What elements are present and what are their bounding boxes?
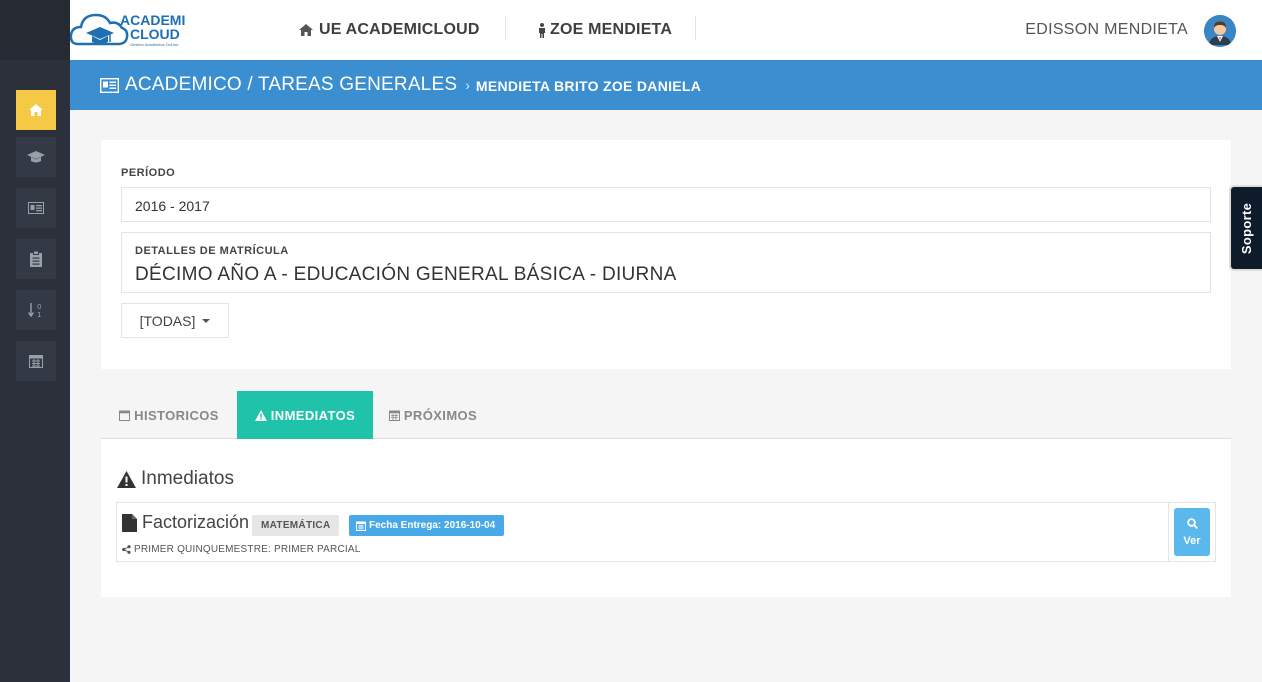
tab-inmediatos[interactable]: INMEDIATOS [237,391,373,439]
tab-historicos[interactable]: HISTORICOS [101,391,237,439]
task-divider [1168,503,1169,561]
enrollment-field[interactable]: DETALLES DE MATRÍCULA DÉCIMO AÑO A - EDU… [121,232,1211,293]
filter-panel: PERÍODO 2016 - 2017 DETALLES DE MATRÍCUL… [101,140,1231,369]
nav-student[interactable]: ZOE MENDIETA [538,0,672,60]
section-title-text: Inmediatos [141,468,234,489]
due-date-badge: Fecha Entrega: 2016-10-04 [349,515,505,536]
task-tabs: HISTORICOS INMEDIATOS PRÓXIMOS [101,391,1231,439]
breadcrumb: ACADEMICO / TAREAS GENERALES › MENDIETA … [70,60,1262,110]
nav-institution-label: UE ACADEMICLOUD [319,21,480,38]
subject-filter-dropdown[interactable]: [TODAS] [121,303,229,338]
logo-text-line2: CLOUD [130,26,180,42]
tab-content-inmediatos: Inmediatos Factorización MATEMÁTICA Fech… [101,439,1231,597]
academicloud-logo[interactable]: ACADEMI CLOUD Gestión Académica OnLine [69,6,195,54]
svg-text:1: 1 [37,311,41,318]
caret-down-icon [202,318,211,323]
sidebar-item-records[interactable] [16,188,56,228]
tab-inmediatos-label: INMEDIATOS [270,407,356,423]
period-label: PERÍODO [121,167,176,179]
share-icon [122,545,131,554]
user-icon [539,22,545,38]
file-icon [122,513,137,532]
period-field[interactable]: 2016 - 2017 [121,187,1211,222]
top-header: ACADEMI CLOUD Gestión Académica OnLine U… [69,0,1262,60]
id-card-icon [100,77,119,93]
nav-institution[interactable]: UE ACADEMICLOUD [299,0,480,60]
sidebar: 01 [0,0,70,682]
clipboard-icon [30,251,42,267]
tab-proximos-label: PRÓXIMOS [403,407,478,423]
due-date-text: Fecha Entrega: 2016-10-04 [369,520,496,531]
sidebar-item-calendar[interactable] [16,341,56,381]
tab-historicos-label: HISTORICOS [134,407,219,423]
enrollment-label: DETALLES DE MATRÍCULA [135,245,289,257]
svg-text:0: 0 [37,303,41,311]
id-card-icon [28,202,44,214]
support-label: Soporte [1239,202,1254,254]
current-user-name[interactable]: EDISSON MENDIETA [1025,0,1188,60]
search-icon [1186,517,1198,529]
task-title-text: Factorización [142,512,250,532]
breadcrumb-student: MENDIETA BRITO ZOE DANIELA [475,78,702,94]
calendar-icon [388,410,400,421]
warning-icon [254,409,267,421]
subject-badge: MATEMÁTICA [252,515,340,536]
sidebar-item-academic[interactable] [16,137,56,177]
task-title: Factorización [122,512,249,533]
nav-divider [505,16,506,40]
warning-icon [117,470,136,488]
nav-divider [695,16,696,40]
home-icon [29,104,43,116]
logo-tagline: Gestión Académica OnLine [130,42,179,47]
task-meta: PRIMER QUINQUEMESTRE: PRIMER PARCIAL [122,544,361,555]
breadcrumb-main: ACADEMICO / TAREAS GENERALES [100,74,457,96]
support-tab[interactable]: Soporte [1229,185,1262,271]
graduation-cap-icon [27,151,45,163]
breadcrumb-separator: › [465,77,470,93]
sidebar-item-home[interactable] [16,90,56,130]
task-item: Factorización MATEMÁTICA Fecha Entrega: … [116,502,1216,562]
sidebar-item-grades[interactable]: 01 [16,290,56,330]
tab-proximos[interactable]: PRÓXIMOS [383,391,483,439]
calendar-icon [29,355,43,368]
task-meta-text: PRIMER QUINQUEMESTRE: PRIMER PARCIAL [134,544,361,555]
calendar-icon [356,521,366,531]
breadcrumb-path[interactable]: ACADEMICO / TAREAS GENERALES [125,74,457,96]
nav-student-label: ZOE MENDIETA [550,21,673,38]
section-title: Inmediatos [117,468,234,490]
home-icon [299,24,313,36]
period-value: 2016 - 2017 [135,198,210,214]
calendar-outline-icon [119,410,131,421]
sidebar-item-tasks[interactable] [16,239,56,279]
sort-numeric-icon: 01 [28,303,41,318]
enrollment-value: DÉCIMO AÑO A - EDUCACIÓN GENERAL BÁSICA … [135,264,677,285]
sidebar-header [0,0,70,60]
view-task-button[interactable]: Ver [1174,508,1210,556]
view-task-label: Ver [1183,534,1201,547]
user-avatar[interactable] [1204,15,1236,47]
subject-filter-value: [TODAS] [139,312,196,329]
